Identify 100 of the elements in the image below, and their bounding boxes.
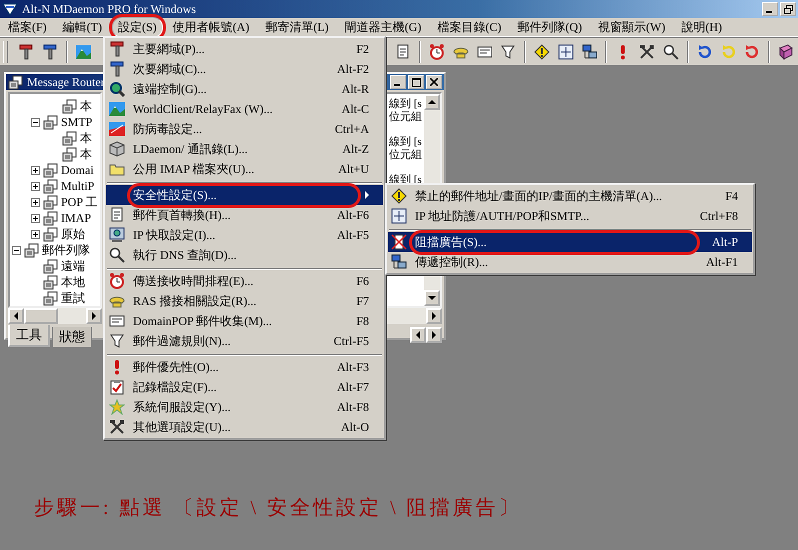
computer-icon xyxy=(391,254,407,270)
menu-item[interactable]: 傳送接收時間排程(E)... F6 xyxy=(106,271,383,291)
menu-item[interactable]: 次要網域(C)... Alt-F2 xyxy=(106,59,383,79)
menu-bar-item[interactable]: 視窗顯示(W) xyxy=(592,16,672,38)
menu-bar-item[interactable]: 設定(S) xyxy=(112,16,163,38)
menu-item[interactable]: 安全性設定(S)... xyxy=(106,185,383,205)
hammer-icon[interactable] xyxy=(18,44,34,60)
card-icon[interactable] xyxy=(476,44,492,60)
tree-item[interactable]: 本地 xyxy=(10,274,100,290)
menu-item[interactable]: 阻擋廣告(S)... Alt-P xyxy=(388,232,752,252)
menu-bar-item[interactable]: 使用者帳號(A) xyxy=(166,16,256,38)
expand-toggle-icon[interactable] xyxy=(31,182,40,190)
tree-item[interactable]: 本 xyxy=(10,146,100,162)
menu-item[interactable]: LDaemon/ 通訊錄(L)... Alt-Z xyxy=(106,139,383,159)
scroll-up-button[interactable] xyxy=(424,94,440,110)
menu-item[interactable]: RAS 撥接相關設定(R)... F7 xyxy=(106,291,383,311)
funnel-icon xyxy=(109,333,125,349)
menu-bar-item[interactable]: 郵件列隊(Q) xyxy=(511,16,588,38)
expand-toggle-icon[interactable] xyxy=(31,230,40,238)
tray-icon xyxy=(43,194,59,210)
collapse-toggle-icon[interactable] xyxy=(31,118,40,126)
expand-toggle-icon[interactable] xyxy=(31,214,40,222)
tray-icon xyxy=(43,178,59,194)
scrollbar-thumb[interactable] xyxy=(24,308,58,324)
tab-scroll-left-button[interactable] xyxy=(410,327,426,343)
minimize-button[interactable] xyxy=(390,75,406,89)
menu-item[interactable]: 系統伺服設定(Y)... Alt-F8 xyxy=(106,397,383,417)
tree-item[interactable]: Domai xyxy=(10,162,100,178)
hammer-icon[interactable] xyxy=(42,44,58,60)
expand-toggle-icon[interactable] xyxy=(31,198,40,206)
menu-item[interactable]: IP 地址防護/AUTH/POP和SMTP... Ctrl+F8 xyxy=(388,206,752,226)
tree-item[interactable]: 本 xyxy=(10,130,100,146)
menu-bar-item[interactable]: 檔案目錄(C) xyxy=(431,16,508,38)
menu-bar-item[interactable]: 郵寄清單(L) xyxy=(259,16,335,38)
menu-bar-item[interactable]: 檔案(F) xyxy=(2,16,53,38)
tab[interactable]: 工具 xyxy=(8,325,50,347)
menu-item[interactable]: 傳遞控制(R)... Alt-F1 xyxy=(388,252,752,272)
tray-icon xyxy=(43,226,59,242)
tree-item[interactable]: 遠端 xyxy=(10,258,100,274)
funnel-icon[interactable] xyxy=(500,44,516,60)
tray-icon xyxy=(43,162,59,178)
warning-icon[interactable] xyxy=(534,44,550,60)
menu-item[interactable]: 防病毒設定... Ctrl+A xyxy=(106,119,383,139)
monitor-icon xyxy=(109,227,125,243)
scroll-right-button[interactable] xyxy=(86,308,102,324)
magnifier-icon xyxy=(109,81,125,97)
tree-item[interactable]: MultiP xyxy=(10,178,100,194)
tree-item[interactable]: IMAP xyxy=(10,210,100,226)
menu-bar-item[interactable]: 編輯(T) xyxy=(56,16,108,38)
tab[interactable]: 狀態 xyxy=(52,327,92,348)
menu-item[interactable]: 記錄檔設定(F)... Alt-F7 xyxy=(106,377,383,397)
crosshair-icon[interactable] xyxy=(558,44,574,60)
alarm-clock-icon xyxy=(109,273,125,289)
refresh-icon[interactable] xyxy=(696,44,713,60)
tree-item[interactable]: 原始 xyxy=(10,226,100,242)
landscape-icon xyxy=(109,121,125,137)
tree-item[interactable]: POP 工 xyxy=(10,194,100,210)
alarm-clock-icon[interactable] xyxy=(429,44,445,60)
close-button[interactable] xyxy=(426,75,442,89)
restore-button[interactable] xyxy=(780,2,796,16)
scroll-down-button[interactable] xyxy=(424,290,440,306)
menu-bar-item[interactable]: 閘道器主機(G) xyxy=(338,16,428,38)
menu-item[interactable]: IP 快取設定(I)... Alt-F5 xyxy=(106,225,383,245)
tree-item[interactable]: 重試 xyxy=(10,290,100,306)
collapse-toggle-icon[interactable] xyxy=(12,246,21,254)
refresh-icon[interactable] xyxy=(744,44,760,60)
magnifier-icon[interactable] xyxy=(663,44,679,60)
document-icon xyxy=(109,207,125,223)
menu-item[interactable]: WorldClient/RelayFax (W)... Alt-C xyxy=(106,99,383,119)
hammer-icon xyxy=(109,61,125,77)
menu-item[interactable]: 主要網域(P)... F2 xyxy=(106,39,383,59)
tree-item[interactable]: 郵件列隊 xyxy=(10,242,100,258)
star-icon xyxy=(109,399,125,415)
maximize-button[interactable] xyxy=(408,75,424,89)
tab-scroll-right-button[interactable] xyxy=(426,327,442,343)
document-icon[interactable] xyxy=(395,44,412,60)
expand-toggle-icon[interactable] xyxy=(31,166,40,174)
menu-item[interactable]: 禁止的郵件地址/畫面的IP/畫面的主機清單(A)... F4 xyxy=(388,186,752,206)
menu-item[interactable]: 公用 IMAP 檔案夾(U)... Alt+U xyxy=(106,159,383,179)
scroll-right-button[interactable] xyxy=(426,308,442,324)
menu-item[interactable]: 郵件頁首轉換(H)... Alt-F6 xyxy=(106,205,383,225)
menu-item[interactable]: 郵件過濾規則(N)... Ctrl-F5 xyxy=(106,331,383,351)
menu-item[interactable]: DomainPOP 郵件收集(M)... F8 xyxy=(106,311,383,331)
tree-item[interactable]: 本 xyxy=(10,98,100,114)
window-title: Alt-N MDaemon PRO for Windows xyxy=(22,2,197,16)
tree-item[interactable]: SMTP xyxy=(10,114,100,130)
computer-icon[interactable] xyxy=(582,44,598,60)
menu-item[interactable]: 遠端控制(G)... Alt-R xyxy=(106,79,383,99)
menu-item[interactable]: 其他選項設定(U)... Alt-O xyxy=(106,417,383,437)
scroll-left-button[interactable] xyxy=(8,308,24,324)
log-text: 位元組 xyxy=(389,149,423,162)
landscape-icon[interactable] xyxy=(76,44,92,60)
landscape-icon xyxy=(109,101,125,117)
menu-bar-item[interactable]: 說明(H) xyxy=(675,16,728,38)
tray-icon xyxy=(43,114,59,130)
menu-item[interactable]: 執行 DNS 查詢(D)... xyxy=(106,245,383,265)
menu-item[interactable]: 郵件優先性(O)... Alt-F3 xyxy=(106,357,383,377)
magnifier-icon xyxy=(109,247,125,263)
minimize-button[interactable] xyxy=(762,2,778,16)
tools-icon[interactable] xyxy=(639,44,656,60)
